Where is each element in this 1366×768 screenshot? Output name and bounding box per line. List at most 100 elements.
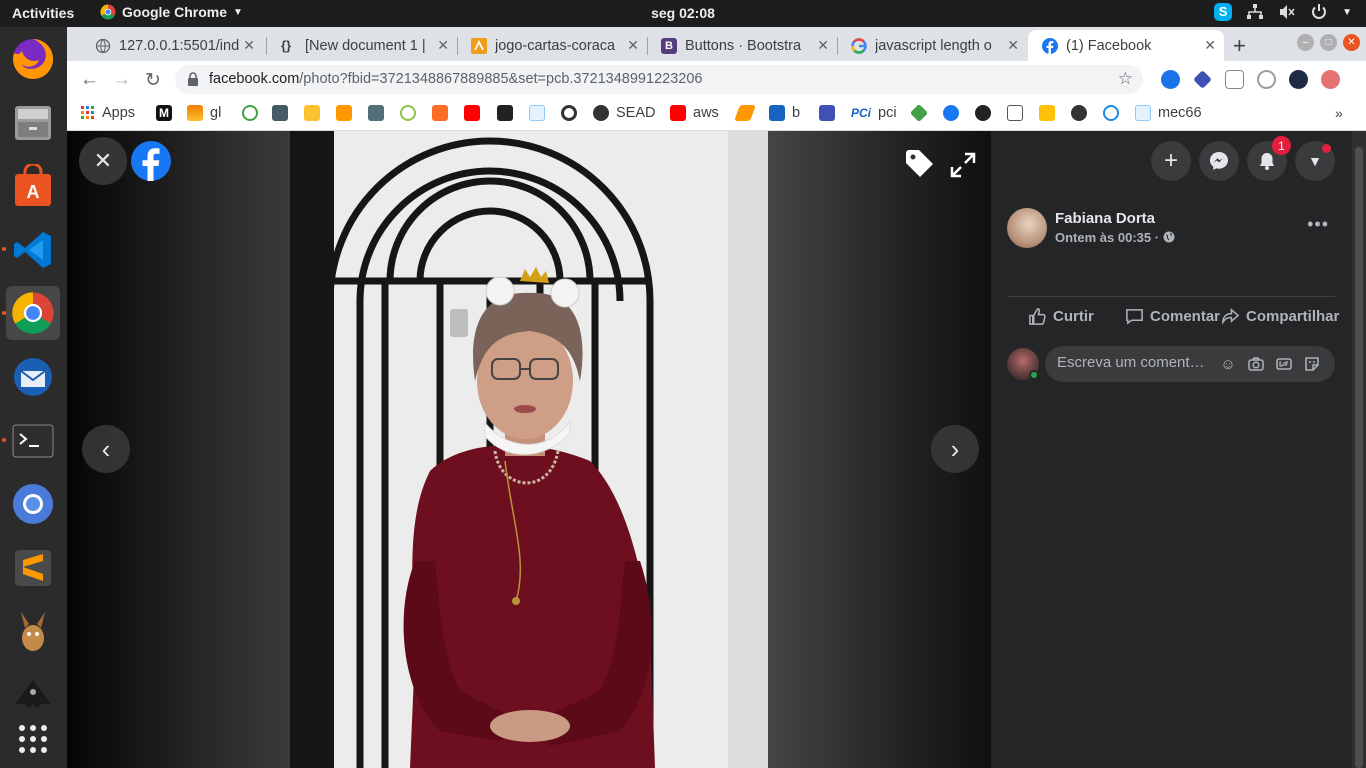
medium-icon[interactable]: M (156, 105, 172, 121)
new-tab-button[interactable]: + (1233, 33, 1246, 59)
minimize-button[interactable]: – (1297, 34, 1314, 51)
brazil-icon[interactable] (909, 103, 929, 123)
camera-icon[interactable] (1247, 355, 1265, 373)
author-avatar[interactable] (1007, 208, 1047, 248)
extension-4-icon[interactable] (1257, 70, 1276, 89)
author-name[interactable]: Fabiana Dorta (1055, 210, 1155, 227)
photo[interactable] (290, 131, 768, 768)
emoji-icon[interactable]: ☺ (1219, 355, 1237, 373)
create-button[interactable]: + (1151, 141, 1191, 181)
maximize-button[interactable]: □ (1320, 34, 1337, 51)
close-viewer-button[interactable]: ✕ (79, 137, 127, 185)
extension-2-icon[interactable] (1193, 70, 1212, 89)
dock-sublime[interactable] (6, 541, 60, 595)
network-icon[interactable] (1246, 3, 1264, 21)
bookmark-icon-x[interactable] (497, 105, 513, 121)
tab-new-document[interactable]: {} [New document 1 | ✕ (267, 30, 457, 61)
bookmark-apps[interactable]: Apps (81, 105, 135, 121)
tab-facebook[interactable]: (1) Facebook ✕ (1028, 30, 1224, 61)
bookmark-star-icon[interactable]: ☆ (1118, 69, 1133, 89)
bookmark-aws[interactable]: aws (670, 105, 719, 121)
system-tray[interactable]: S ▼ (1214, 3, 1352, 21)
dock-software[interactable]: A (6, 159, 60, 213)
tab-localhost[interactable]: 127.0.0.1:5501/ind ✕ (81, 30, 263, 61)
next-photo-button[interactable]: › (931, 425, 979, 473)
panel-scrollbar[interactable] (1352, 131, 1366, 768)
bookmark-icon-6[interactable] (242, 105, 258, 121)
tab-bootstrap[interactable]: B Buttons · Bootstra ✕ (647, 30, 837, 61)
tab-google-search[interactable]: javascript length o ✕ (837, 30, 1027, 61)
activities-button[interactable]: Activities (12, 5, 74, 21)
comment-button[interactable]: Comentar (1125, 307, 1220, 326)
box-icon[interactable] (1039, 105, 1055, 121)
bookmark-icon-usb[interactable] (272, 105, 288, 121)
power-icon[interactable] (1310, 3, 1328, 21)
github-icon[interactable] (975, 105, 991, 121)
fullscreen-button[interactable] (949, 151, 977, 184)
facebook-logo[interactable] (131, 141, 171, 186)
bookmark-icon-usb-2[interactable] (368, 105, 384, 121)
scrollbar-thumb[interactable] (1355, 147, 1363, 768)
like-button[interactable]: Curtir (1028, 307, 1094, 326)
bookmark-icon-arrow[interactable] (734, 105, 756, 121)
tag-photo-button[interactable] (903, 147, 935, 184)
reload-icon[interactable]: ↻ (145, 69, 161, 92)
bookmark-mec66[interactable]: mec66 (1135, 105, 1202, 121)
bookmark-icon-ring[interactable] (1103, 105, 1119, 121)
bookmark-icon-circle[interactable] (561, 105, 577, 121)
bookmark-b[interactable]: b (769, 105, 800, 121)
dock-chrome[interactable] (6, 286, 60, 340)
chevron-down-icon[interactable]: ▼ (1342, 7, 1352, 18)
dock-show-apps[interactable] (6, 712, 60, 766)
gif-icon[interactable] (1275, 355, 1293, 373)
document-icon[interactable] (529, 105, 545, 121)
share-button[interactable]: Compartilhar (1221, 307, 1339, 326)
dock-firefox[interactable] (6, 32, 60, 86)
clock[interactable]: seg 02:08 (651, 5, 715, 21)
comment-box[interactable]: ☺ (1045, 346, 1335, 382)
comment-input[interactable] (1057, 354, 1217, 371)
profile-avatar[interactable] (1289, 70, 1308, 89)
dock-terminal[interactable] (6, 414, 60, 468)
close-icon[interactable]: ✕ (243, 37, 255, 54)
bookmark-sead[interactable]: SEAD (593, 105, 656, 121)
bookmark-icon-flower[interactable] (400, 105, 416, 121)
globe-icon[interactable] (1071, 105, 1087, 121)
graduation-cap-icon[interactable] (819, 105, 835, 121)
more-options-button[interactable]: ••• (1307, 214, 1329, 235)
skype-icon[interactable]: S (1214, 3, 1233, 21)
package-icon[interactable] (336, 105, 352, 121)
back-arrow-icon[interactable]: ← (80, 69, 99, 91)
dock-files[interactable] (6, 95, 60, 149)
previous-photo-button[interactable]: ‹ (82, 425, 130, 473)
volume-muted-icon[interactable] (1278, 3, 1296, 21)
youtube-icon[interactable] (464, 105, 480, 121)
dock-vscode[interactable] (6, 223, 60, 277)
close-icon[interactable]: ✕ (1204, 37, 1216, 54)
close-icon[interactable]: ✕ (817, 37, 829, 54)
bookmark-pci[interactable]: PCi pci (851, 105, 897, 121)
post-timestamp[interactable]: Ontem às 00:35 · (1055, 230, 1175, 245)
messenger-button[interactable] (1199, 141, 1239, 181)
gitlab-icon[interactable] (432, 105, 448, 121)
dock-thunderbird[interactable] (6, 350, 60, 404)
facebook-icon[interactable] (943, 105, 959, 121)
close-icon[interactable]: ✕ (1007, 37, 1019, 54)
extension-3-icon[interactable] (1225, 70, 1244, 89)
sticker-icon[interactable] (1303, 355, 1321, 373)
close-icon[interactable]: ✕ (437, 37, 449, 54)
close-icon[interactable]: ✕ (627, 37, 639, 54)
dock-chromium[interactable] (6, 477, 60, 531)
dock-emule[interactable] (6, 605, 60, 659)
app-menu[interactable]: Google Chrome ▼ (100, 4, 243, 20)
extension-1-icon[interactable] (1161, 70, 1180, 89)
forward-arrow-icon[interactable]: → (112, 69, 131, 91)
address-bar[interactable]: facebook.com/photo?fbid=3721348867889885… (175, 65, 1143, 94)
usp-icon[interactable] (304, 105, 320, 121)
bookmark-gl[interactable]: gl (187, 105, 221, 121)
tab-codepen[interactable]: jogo-cartas-coraca ✕ (457, 30, 647, 61)
more-bookmarks-icon[interactable]: » (1335, 105, 1343, 121)
mpf-icon[interactable] (1007, 105, 1023, 121)
extension-5-icon[interactable] (1321, 70, 1340, 89)
close-window-button[interactable]: ✕ (1343, 34, 1360, 51)
